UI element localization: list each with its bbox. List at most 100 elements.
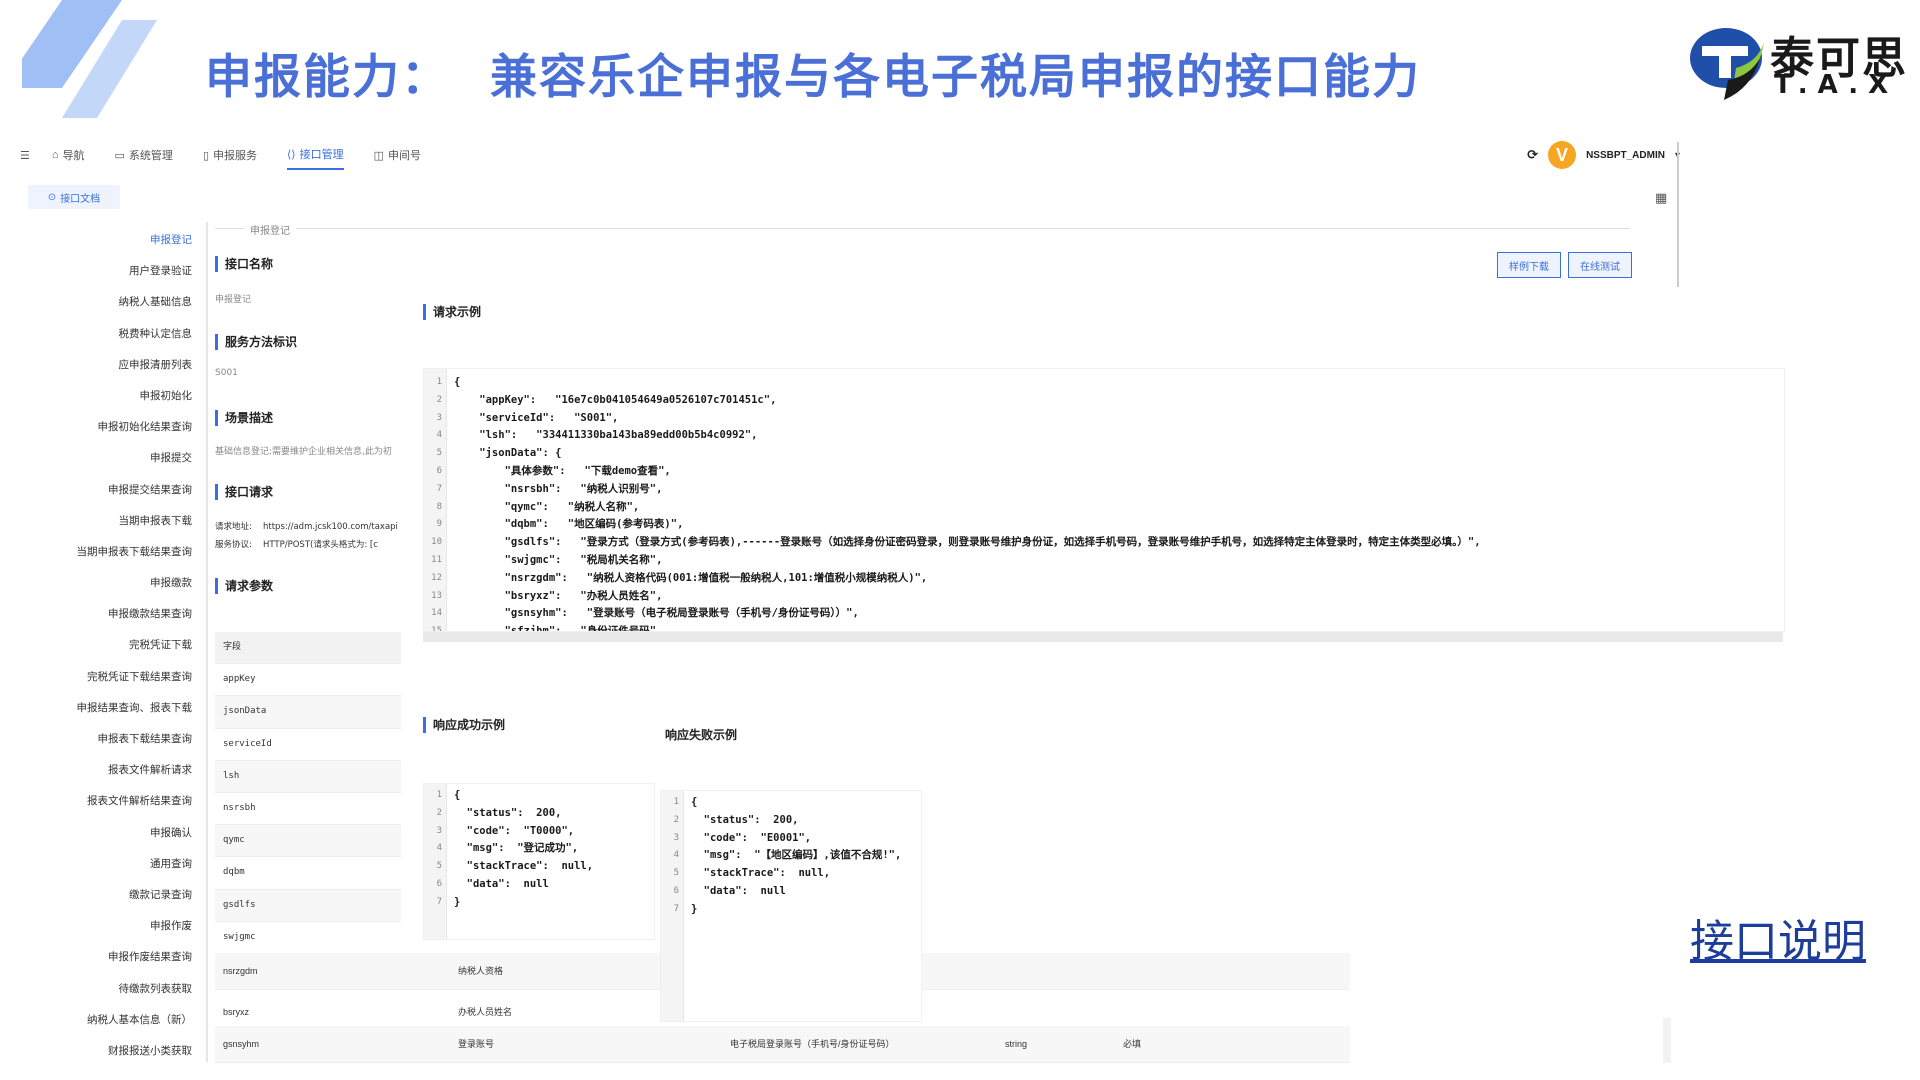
interface-description-link[interactable]: 接口说明 — [1690, 905, 1866, 969]
sidebar-item[interactable]: 申报作废 — [20, 911, 198, 942]
line-number: 3 — [436, 412, 442, 423]
line-number: 8 — [436, 501, 442, 512]
line-number: 12 — [431, 572, 442, 583]
sidebar-item[interactable]: 申报缴款 — [20, 568, 198, 599]
sidebar-item[interactable]: 纳税人基本信息（新） — [20, 1005, 198, 1036]
interface-request-heading: 接口请求 — [215, 484, 273, 500]
nav-item-label: 申报服务 — [213, 150, 257, 162]
table-row: lsh — [215, 760, 401, 793]
avatar[interactable]: V — [1548, 141, 1577, 169]
decorative-slash-graphic — [22, 0, 157, 118]
online-test-button[interactable]: 在线测试 — [1568, 252, 1632, 278]
table-row: gsnsyhm 登录账号 电子税局登录账号（手机号/身份证号码） string … — [215, 1026, 1350, 1063]
sidebar-item[interactable]: 纳税人基础信息 — [20, 287, 198, 318]
line-number: 4 — [436, 430, 442, 441]
line-number: 3 — [436, 825, 442, 836]
breadcrumb: 申报登记 — [244, 222, 296, 237]
line-number: 11 — [431, 555, 442, 565]
horizontal-scrollbar[interactable] — [423, 632, 1783, 642]
sidebar-item[interactable]: 报表文件解析请求 — [20, 755, 198, 786]
line-number: 7 — [436, 896, 442, 907]
download-sample-button[interactable]: 样例下载 — [1497, 252, 1561, 278]
sidebar-item[interactable]: 报表文件解析结果查询 — [20, 786, 198, 817]
table-row: nsrsbh — [215, 793, 401, 826]
code-text: "code": "E0001", — [691, 831, 812, 844]
params-table: 字段 appKey jsonData serviceId lsh nsrsbh qymc dq… — [215, 632, 401, 954]
code-text: "sfzjhm": "身份证件号码", — [454, 625, 663, 632]
param-name: 办税人员姓名 — [458, 1007, 513, 1017]
sidebar-item[interactable]: 缴款记录查询 — [20, 880, 198, 911]
code-text: "dqbm": "地区编码(参考码表)", — [454, 518, 684, 531]
table-row: swjgmc — [215, 922, 401, 954]
service-protocol-key: 服务协议: — [215, 540, 252, 550]
grid-icon[interactable]: ▦ — [1655, 190, 1667, 206]
window-icon: ◫ — [373, 149, 384, 162]
line-number: 2 — [436, 394, 442, 405]
code-text: "serviceId": "S001", — [454, 411, 619, 424]
sidebar-item[interactable]: 完税凭证下载结果查询 — [20, 662, 198, 693]
sidebar-item[interactable]: 财报报送小类获取 — [20, 1036, 198, 1067]
sidebar-item[interactable]: 当期申报表下载 — [20, 506, 198, 537]
monitor-icon: ▭ — [114, 149, 125, 162]
sidebar-item[interactable]: 申报作废结果查询 — [20, 942, 198, 973]
nav-item-interface-management[interactable]: ⟨⟩ 接口管理 — [287, 140, 344, 170]
sidebar-item[interactable]: 申报结果查询、报表下载 — [20, 693, 198, 724]
code-text: "gsnsyhm": "登录账号（电子税局登录账号（手机号/身份证号码））", — [454, 607, 859, 620]
nav-item-declare-service[interactable]: ▯ 申报服务 — [203, 141, 257, 169]
line-number: 2 — [436, 807, 442, 818]
service-method-value: S001 — [215, 368, 238, 378]
vertical-scrollbar[interactable] — [1663, 1018, 1671, 1063]
code-text: { — [454, 789, 461, 801]
scene-description-heading: 场景描述 — [215, 410, 273, 426]
request-params-heading: 请求参数 — [215, 578, 273, 594]
interface-name-value: 申报登记 — [215, 295, 252, 305]
code-text: { — [691, 796, 698, 808]
scene-description-value: 基础信息登记:需要维护企业相关信息,此为初 — [215, 447, 392, 457]
sidebar-item[interactable]: 申报提交 — [20, 443, 198, 474]
code-text: "bsryxz": "办税人员姓名", — [454, 589, 663, 602]
code-text: "msg": "【地区编码】,该值不合规!", — [691, 849, 902, 862]
menu-toggle-icon[interactable]: ☰ — [20, 141, 30, 169]
company-logo: 泰可思 T.A.X — [1688, 22, 1908, 102]
home-icon: ⌂ — [51, 149, 59, 161]
sidebar-item[interactable]: 申报初始化结果查询 — [20, 412, 198, 443]
nav-item-system[interactable]: ▭ 系统管理 — [115, 141, 173, 169]
nav-item-label: 接口管理 — [299, 149, 344, 161]
sidebar-item[interactable]: 申报登记 — [20, 225, 198, 256]
nav-item-window[interactable]: ◫ 申间号 — [374, 141, 421, 169]
sidebar-item[interactable]: 申报表下载结果查询 — [20, 724, 198, 755]
code-text: "stackTrace": null, — [454, 860, 594, 873]
code-text: "nsrzgdm": "纳税人资格代码(001:增值税一般纳税人,101:增值税… — [454, 571, 928, 584]
sidebar-item[interactable]: 完税凭证下载 — [20, 630, 198, 661]
sidebar-item[interactable]: 当期申报表下载结果查询 — [20, 537, 198, 568]
line-number: 10 — [431, 537, 442, 548]
table-row: serviceId — [215, 729, 401, 761]
user-name[interactable]: NSSBPT_ADMIN — [1586, 150, 1665, 161]
refresh-icon[interactable]: ⟳ — [1527, 147, 1538, 163]
service-protocol-value: HTTP/POST(请求头格式为: [c — [263, 540, 378, 550]
line-number: 1 — [436, 790, 442, 800]
code-text: "jsonData": { — [454, 447, 562, 460]
sidebar-item[interactable]: 通用查询 — [20, 849, 198, 880]
table-row: gsdlfs — [215, 889, 401, 922]
fail-example-code: 1 {2 "status": 200, 3 "code": "E0001", 4 "m… — [660, 790, 922, 1022]
sidebar-item[interactable]: 税费种认定信息 — [20, 319, 198, 350]
sidebar-item[interactable]: 申报初始化 — [20, 381, 198, 412]
table-row: appKey — [215, 664, 401, 697]
code-text: "nsrsbh": "纳税人识别号", — [454, 482, 663, 495]
sidebar-item[interactable]: 申报提交结果查询 — [20, 475, 198, 506]
sidebar-item[interactable]: 申报确认 — [20, 818, 198, 849]
tab-interface-doc[interactable]: ⊙ 接口文档 — [28, 185, 120, 209]
request-example-heading: 请求示例 — [423, 304, 481, 320]
request-address-row: 请求地址: https://adm.jcsk100.com/taxapi — [215, 520, 401, 532]
sidebar-item[interactable]: 用户登录验证 — [20, 256, 198, 287]
slide-title: 申报能力： 兼容乐企申报与各电子税局申报的接口能力 — [205, 38, 1421, 107]
sidebar-item[interactable]: 应申报清册列表 — [20, 350, 198, 381]
sidebar-item[interactable]: 待缴款列表获取 — [20, 974, 198, 1005]
doc-tab-label: 接口文档 — [60, 193, 101, 205]
code-text: "具体参数": "下载demo查看", — [454, 465, 671, 477]
service-method-heading: 服务方法标识 — [215, 334, 297, 350]
sidebar-item[interactable]: 申报缴款结果查询 — [20, 599, 198, 630]
nav-item-home[interactable]: ⌂ 导航 — [52, 141, 85, 169]
sidebar-divider — [206, 222, 208, 1062]
